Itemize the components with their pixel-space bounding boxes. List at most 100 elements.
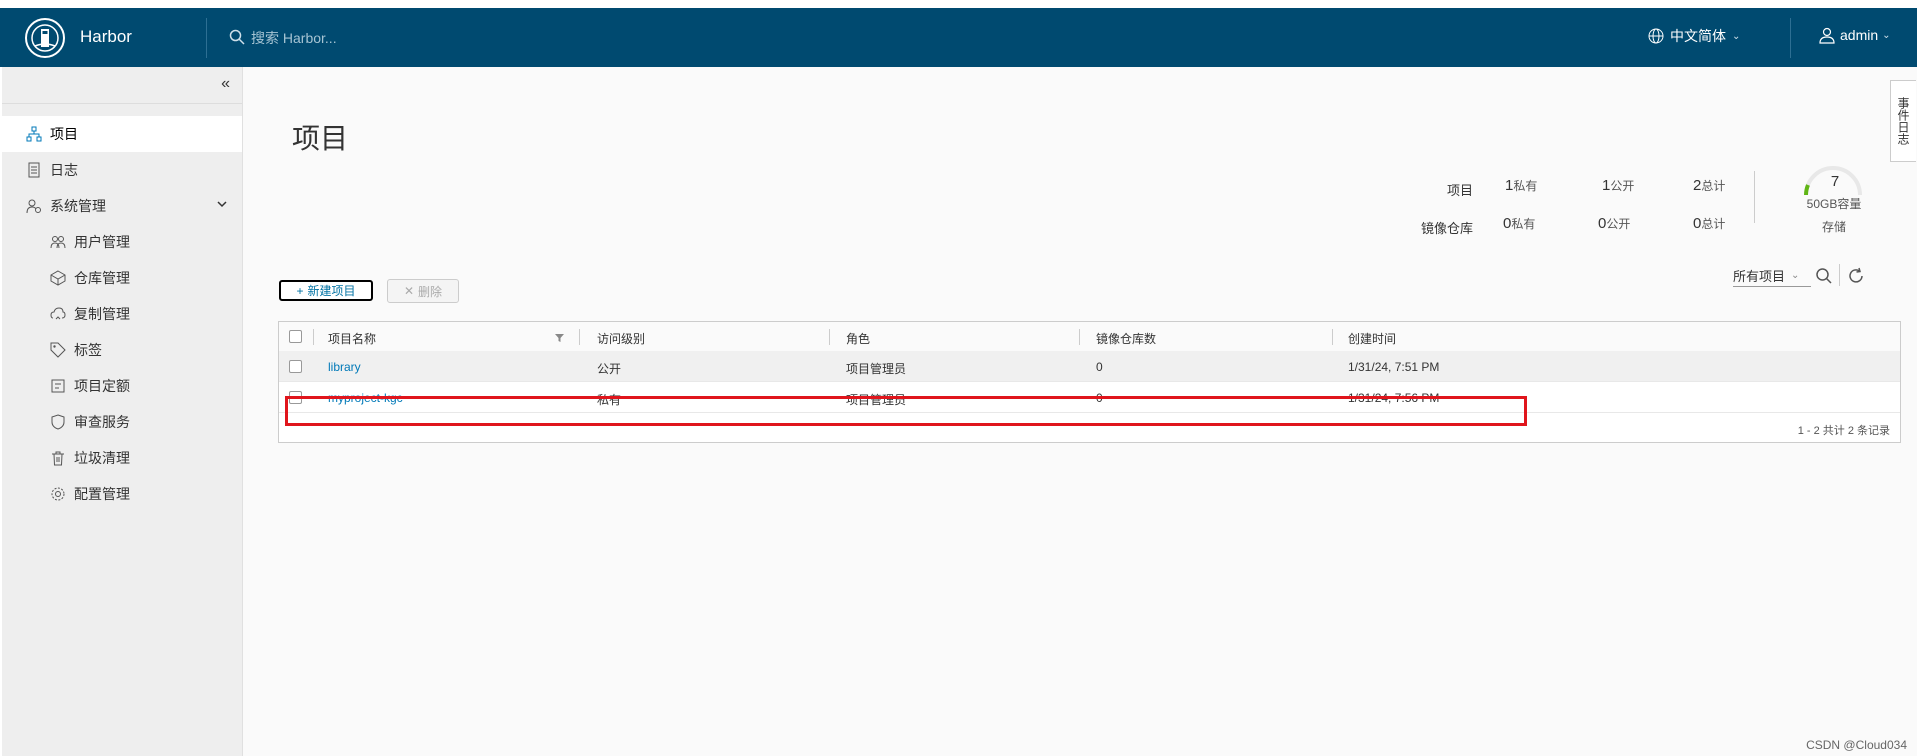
search-box[interactable] [229, 25, 589, 49]
column-divider [579, 329, 580, 345]
header-divider [206, 18, 207, 58]
users-icon [50, 236, 66, 249]
row-checkbox[interactable] [289, 360, 302, 373]
table-row[interactable]: library 公开 项目管理员 0 1/31/24, 7:51 PM [279, 351, 1900, 382]
stat-repos-public: 0公开 [1598, 215, 1631, 232]
globe-icon [1648, 28, 1664, 44]
column-divider [1332, 329, 1333, 345]
column-divider [1079, 329, 1080, 345]
sidebar-item-label: 配置管理 [74, 486, 130, 502]
tag-icon [50, 342, 66, 358]
log-icon [28, 162, 40, 178]
username: admin [1840, 27, 1879, 43]
table-row[interactable]: myproject-kgc 私有 项目管理员 0 1/31/24, 7:56 P… [279, 382, 1900, 413]
project-name-link[interactable]: myproject-kgc [328, 391, 403, 405]
sidebar-item-label: 标签 [74, 342, 102, 358]
stat-projects-public: 1公开 [1602, 177, 1635, 194]
cell-repo-count: 0 [1096, 391, 1103, 405]
refresh-icon[interactable] [1847, 267, 1865, 285]
column-header-created[interactable]: 创建时间 [1348, 330, 1396, 347]
sidebar-item-label: 审查服务 [74, 414, 130, 430]
chevron-down-icon: ⌄ [1791, 269, 1800, 281]
sidebar: « 项目 日志 系统管理 用户管理 仓库管理 复制管理 标签 项目定额 审查服务… [2, 67, 243, 756]
table-header: 项目名称 访问级别 角色 镜像仓库数 创建时间 [279, 322, 1900, 352]
new-project-button[interactable]: + 新建项目 [279, 280, 373, 301]
cell-role: 项目管理员 [846, 362, 907, 376]
column-header-role[interactable]: 角色 [846, 330, 870, 347]
project-icon [26, 126, 42, 142]
project-filter-select[interactable]: 所有项目 ⌄ [1733, 264, 1811, 287]
chevron-down-icon: ⌄ [1732, 30, 1741, 42]
search-icon[interactable] [1815, 267, 1833, 285]
cell-created: 1/31/24, 7:51 PM [1348, 360, 1440, 374]
column-header-name[interactable]: 项目名称 [328, 330, 376, 347]
chevron-down-icon [217, 201, 227, 208]
main-content: 项目 项目 镜像仓库 1私有 1公开 2总计 0私有 0公开 0总计 7 50G… [243, 67, 1917, 756]
trash-icon [52, 451, 64, 466]
replication-icon [50, 307, 66, 320]
sidebar-item-scanners[interactable]: 审查服务 [2, 404, 242, 440]
stat-repos-private: 0私有 [1503, 215, 1536, 232]
sidebar-item-admin[interactable]: 系统管理 [2, 188, 242, 224]
cell-created: 1/31/24, 7:56 PM [1348, 391, 1440, 405]
sidebar-item-labels[interactable]: 标签 [2, 332, 242, 368]
language-label: 中文简体 [1670, 28, 1726, 44]
quota-caption: 50GB容量 [1806, 197, 1862, 211]
header-divider [1790, 18, 1791, 58]
top-header: Harbor 中文简体 ⌄ admin ⌄ [0, 8, 1917, 67]
user-menu[interactable]: admin ⌄ [1818, 26, 1891, 44]
sidebar-item-label: 复制管理 [74, 306, 130, 322]
sidebar-item-label: 日志 [50, 162, 78, 178]
sidebar-item-logs[interactable]: 日志 [2, 152, 242, 188]
stats-repos-label: 镜像仓库 [1420, 221, 1473, 236]
filter-icon[interactable] [555, 333, 564, 342]
sidebar-item-label: 垃圾清理 [74, 450, 130, 466]
event-log-tab[interactable]: 事件日志 [1890, 80, 1916, 162]
collapse-sidebar-icon[interactable]: « [221, 75, 230, 93]
search-input[interactable] [249, 27, 573, 49]
stat-projects-private: 1私有 [1505, 177, 1538, 194]
sidebar-item-users[interactable]: 用户管理 [2, 224, 242, 260]
quota-icon [51, 379, 65, 393]
delete-label: 删除 [418, 284, 443, 299]
sidebar-divider [2, 103, 242, 104]
cell-role: 项目管理员 [846, 393, 907, 407]
sidebar-item-config[interactable]: 配置管理 [2, 476, 242, 512]
sidebar-item-quotas[interactable]: 项目定额 [2, 368, 242, 404]
column-header-repos[interactable]: 镜像仓库数 [1096, 330, 1156, 347]
admin-icon [26, 199, 41, 214]
stat-repos-total: 0总计 [1693, 215, 1726, 232]
storage-label: 存储 [1821, 220, 1846, 234]
sidebar-item-label: 仓库管理 [74, 270, 130, 286]
sidebar-item-projects[interactable]: 项目 [2, 116, 242, 152]
close-icon: ✕ [403, 284, 415, 298]
column-header-access[interactable]: 访问级别 [597, 330, 645, 347]
plus-icon: + [296, 283, 304, 298]
select-all-checkbox[interactable] [289, 330, 302, 343]
sidebar-item-gc[interactable]: 垃圾清理 [2, 440, 242, 476]
watermark: CSDN @Cloud034 [1806, 738, 1907, 752]
delete-button[interactable]: ✕ 删除 [387, 279, 459, 303]
row-checkbox[interactable] [289, 391, 302, 404]
projects-table: 项目名称 访问级别 角色 镜像仓库数 创建时间 library 公开 项目管理员… [278, 321, 1901, 443]
cell-access: 公开 [597, 362, 622, 376]
harbor-logo[interactable] [25, 18, 65, 58]
brand-name[interactable]: Harbor [80, 27, 132, 47]
gear-icon [51, 487, 65, 501]
filter-value: 所有项目 [1733, 268, 1786, 284]
stat-projects-total: 2总计 [1693, 177, 1726, 194]
search-icon [229, 29, 245, 45]
registry-icon [50, 270, 66, 286]
toolbar-divider [1839, 264, 1840, 286]
project-name-link[interactable]: library [328, 360, 361, 374]
column-divider [829, 329, 830, 345]
pagination-summary: 1 - 2 共计 2 条记录 [1797, 425, 1890, 437]
column-divider [313, 329, 314, 345]
user-icon [1819, 27, 1835, 44]
sidebar-item-label: 项目定额 [74, 378, 130, 394]
quota-value: 7 [1830, 173, 1840, 190]
language-selector[interactable]: 中文简体 ⌄ [1648, 26, 1740, 46]
sidebar-item-registries[interactable]: 仓库管理 [2, 260, 242, 296]
sidebar-item-replication[interactable]: 复制管理 [2, 296, 242, 332]
page-title: 项目 [292, 123, 349, 154]
